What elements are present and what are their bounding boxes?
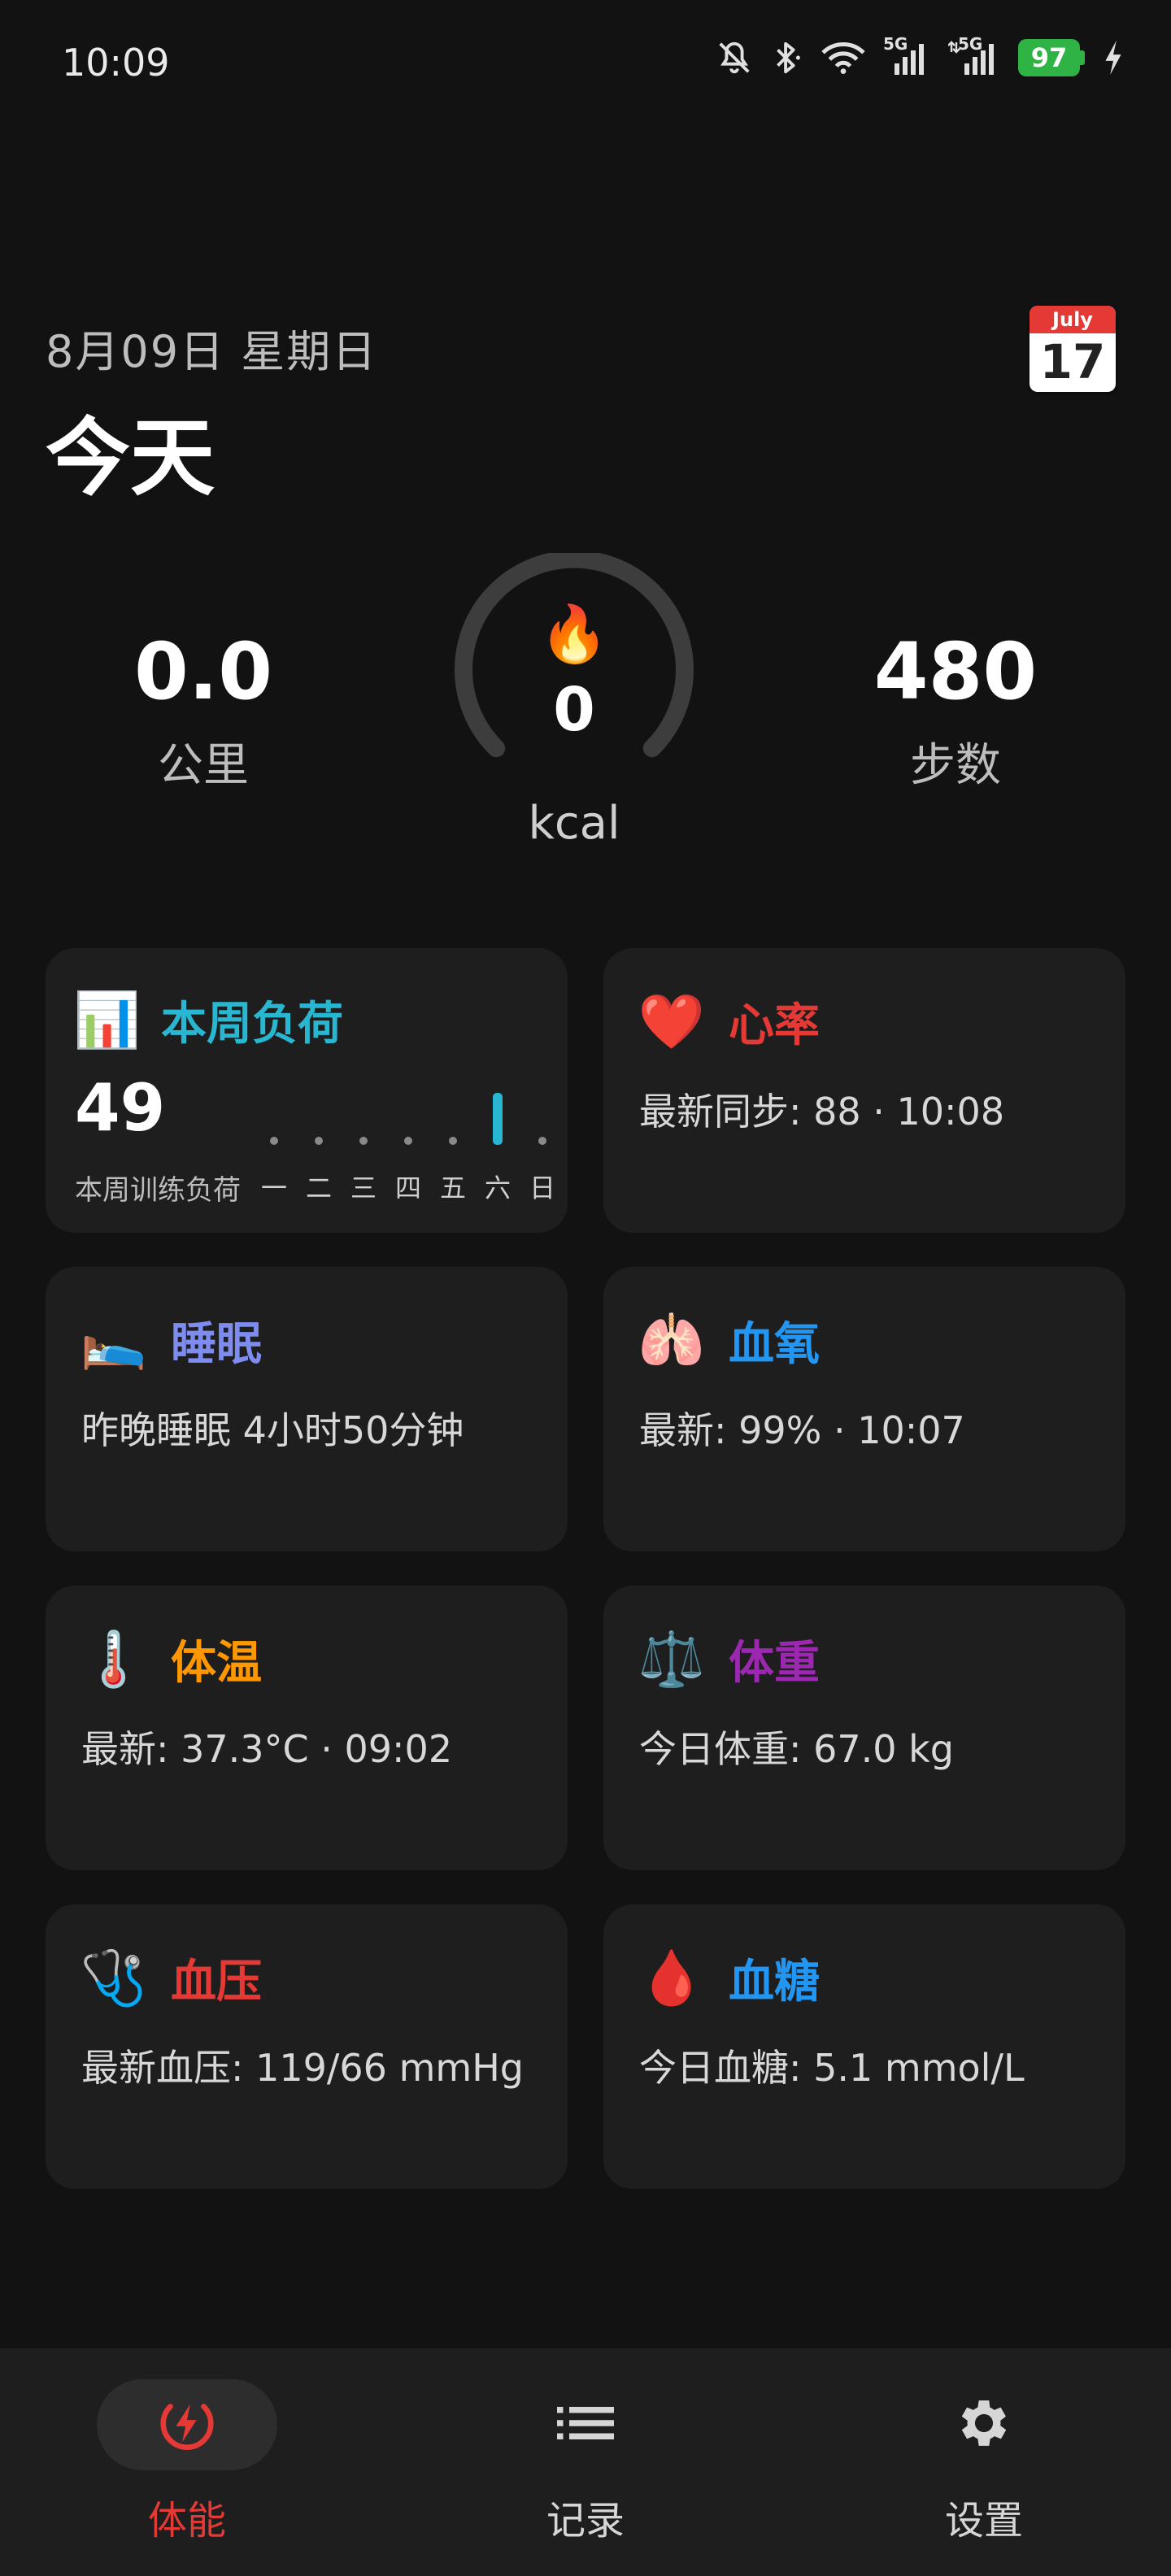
steps-value: 480 <box>873 626 1038 717</box>
calorie-gauge: 🔥 0 <box>452 550 696 781</box>
nav-label: 体能 <box>147 2498 226 2543</box>
bed-icon: 🛌 <box>80 1308 148 1372</box>
heart-icon: ❤️ <box>638 990 706 1053</box>
nav-item-settings[interactable]: 设置 <box>886 2379 1082 2545</box>
weekly-load-card[interactable]: 📊 本周负荷 49 本周训练负荷 一二三四五六日 <box>46 948 568 1233</box>
bottom-nav: 体能 记录 设置 <box>0 2348 1171 2576</box>
gauge-arc <box>455 550 694 758</box>
day-label: 二 <box>305 1173 332 1203</box>
signal-5g-icon: 5G <box>883 34 930 76</box>
charging-icon <box>1103 39 1124 76</box>
calories-unit: kcal <box>528 797 620 850</box>
calories-value: 0 <box>553 675 595 745</box>
lungs-icon: 🫁 <box>638 1308 706 1372</box>
nav-item-fitness[interactable]: 体能 <box>89 2379 285 2545</box>
calendar-month: July <box>1030 306 1116 333</box>
day-label: 一 <box>260 1173 287 1203</box>
day-label: 五 <box>439 1173 466 1203</box>
scale-icon: ⚖️ <box>638 1627 706 1690</box>
day-label: 日 <box>529 1173 555 1203</box>
thermometer-icon: 🌡️ <box>80 1627 148 1690</box>
day-load-bar <box>404 1137 412 1145</box>
app-screen: 10:09 5G 5G 97 8月09日 星期日 今天 July 17 0.0 … <box>0 0 1171 2576</box>
blood-oxygen-card[interactable]: 🫁 血氧 最新: 99% · 10:07 <box>603 1267 1125 1551</box>
card-title: 血氧 <box>729 1318 820 1371</box>
card-title: 血压 <box>171 1956 262 2008</box>
bluetooth-icon <box>771 39 803 76</box>
nav-label: 记录 <box>546 2498 625 2543</box>
bolt-circle-icon <box>155 2391 219 2458</box>
nav-pill <box>495 2379 676 2470</box>
steps-label: 步数 <box>910 739 1001 792</box>
weekly-load-subtitle: 本周训练负荷 <box>75 1174 241 1207</box>
fire-icon: 🔥 <box>539 603 609 667</box>
gear-icon <box>953 2392 1015 2457</box>
bar-chart-icon: 📊 <box>73 988 141 1051</box>
day-label: 六 <box>484 1173 511 1203</box>
day-load-bar <box>493 1093 503 1145</box>
distance-stat: 0.0 公里 <box>106 633 301 794</box>
distance-label: 公里 <box>158 739 249 792</box>
day-label: 三 <box>350 1173 377 1203</box>
card-title: 体温 <box>171 1637 262 1690</box>
sleep-text: 昨晚睡眠 4小时50分钟 <box>81 1408 464 1452</box>
battery-level: 97 <box>1018 39 1080 76</box>
card-title: 体重 <box>729 1637 820 1690</box>
mute-bell-icon <box>716 39 753 76</box>
wifi-icon <box>821 40 865 76</box>
day-label: 四 <box>394 1173 421 1203</box>
temperature-card[interactable]: 🌡️ 体温 最新: 37.3°C · 09:02 <box>46 1586 568 1870</box>
heart-rate-card[interactable]: ❤️ 心率 最新同步: 88 · 10:08 <box>603 948 1125 1233</box>
nav-item-records[interactable]: 记录 <box>488 2379 683 2545</box>
card-title: 血糖 <box>729 1956 820 2008</box>
stethoscope-icon: 🩺 <box>80 1946 148 2009</box>
card-title: 心率 <box>729 999 820 1052</box>
blood-pressure-text: 最新血压: 119/66 mmHg <box>81 2046 524 2090</box>
weight-card[interactable]: ⚖️ 体重 今日体重: 67.0 kg <box>603 1586 1125 1870</box>
day-load-bar <box>449 1137 457 1145</box>
list-icon <box>557 2403 614 2447</box>
day-load-bar <box>359 1137 368 1145</box>
blood-sugar-text: 今日血糖: 5.1 mmol/L <box>639 2046 1025 2090</box>
calendar-button[interactable]: July 17 <box>1030 306 1116 392</box>
blood-oxygen-text: 最新: 99% · 10:07 <box>639 1408 965 1452</box>
day-load-bar <box>315 1137 323 1145</box>
nav-label: 设置 <box>944 2498 1023 2543</box>
blood-sugar-card[interactable]: 🩸 血糖 今日血糖: 5.1 mmol/L <box>603 1904 1125 2189</box>
blood-drop-icon: 🩸 <box>638 1946 706 2009</box>
nav-pill <box>97 2379 277 2470</box>
card-title: 本周负荷 <box>161 998 343 1051</box>
date-label: 8月09日 星期日 <box>46 326 378 377</box>
status-time: 10:09 <box>62 41 170 85</box>
signal-5g-icon: 5G <box>948 34 1000 76</box>
status-icons: 5G 5G 97 <box>716 34 1124 76</box>
weekly-load-chart: 一二三四五六日 <box>254 1060 555 1223</box>
battery-icon: 97 <box>1018 39 1085 76</box>
card-title: 睡眠 <box>171 1318 262 1371</box>
steps-stat: 480 步数 <box>862 633 1049 794</box>
calendar-day: 17 <box>1039 334 1106 389</box>
weekly-load-value: 49 <box>75 1070 166 1146</box>
heart-rate-text: 最新同步: 88 · 10:08 <box>639 1090 1005 1134</box>
distance-value: 0.0 <box>133 626 273 717</box>
blood-pressure-card[interactable]: 🩺 血压 最新血压: 119/66 mmHg <box>46 1904 568 2189</box>
page-title: 今天 <box>46 408 215 507</box>
day-load-bar <box>538 1137 546 1145</box>
sleep-card[interactable]: 🛌 睡眠 昨晚睡眠 4小时50分钟 <box>46 1267 568 1551</box>
temperature-text: 最新: 37.3°C · 09:02 <box>81 1727 453 1771</box>
nav-pill <box>894 2379 1074 2470</box>
day-load-bar <box>270 1137 278 1145</box>
weight-text: 今日体重: 67.0 kg <box>639 1727 955 1771</box>
status-bar: 10:09 5G 5G 97 <box>0 0 1171 130</box>
